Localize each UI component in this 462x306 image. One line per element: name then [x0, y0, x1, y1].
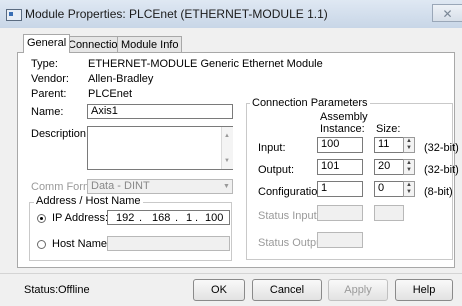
type-value: ETHERNET-MODULE Generic Ethernet Module: [88, 58, 323, 70]
tab-module-info[interactable]: Module Info: [117, 36, 183, 52]
ip-dot: .: [195, 212, 199, 224]
vendor-label: Vendor:: [31, 73, 69, 85]
status-input-field[interactable]: [317, 205, 363, 221]
input-instance-field[interactable]: 100: [317, 137, 363, 153]
scroll-up-icon[interactable]: ▲: [224, 133, 230, 139]
tab-general[interactable]: General: [23, 34, 71, 53]
output-label: Output:: [258, 164, 295, 176]
type-label: Type:: [31, 58, 58, 70]
ip-address-input[interactable]: 192 . 168 . 1 . 100: [107, 210, 230, 225]
cancel-button[interactable]: Cancel: [252, 279, 322, 301]
status-label: Status:: [24, 284, 59, 296]
address-group-title: Address / Host Name: [34, 195, 143, 207]
ip-dot: .: [139, 212, 143, 224]
status-input-label: Status Input:: [258, 210, 320, 222]
configuration-size-field[interactable]: 0: [374, 181, 404, 197]
module-window-icon: [6, 9, 22, 21]
status-output-field[interactable]: [317, 232, 363, 248]
window-title: Module Properties: PLCEnet (ETHERNET-MOD…: [25, 7, 328, 21]
host-name-input[interactable]: [107, 236, 230, 251]
input-size-unit: (32-bit): [424, 142, 459, 154]
assembly-instance-header: Assembly Instance:: [320, 111, 368, 135]
input-label: Input:: [258, 142, 286, 154]
description-textarea[interactable]: [87, 126, 233, 170]
apply-button[interactable]: Apply: [328, 279, 388, 301]
comm-format-select[interactable]: Data - DINT: [87, 179, 233, 194]
ok-button[interactable]: OK: [193, 279, 245, 301]
connection-parameters-title: Connection Parameters: [250, 97, 370, 109]
output-size-unit: (32-bit): [424, 164, 459, 176]
spinner-arrows-icon[interactable]: ▲ ▼: [403, 137, 415, 153]
input-size-field[interactable]: 11: [374, 137, 404, 153]
output-instance-field[interactable]: 101: [317, 159, 363, 175]
spinner-arrows-icon[interactable]: ▲ ▼: [403, 159, 415, 175]
ip-dot: .: [175, 212, 179, 224]
ip-octet-1: 192: [116, 212, 135, 224]
status-value: Offline: [58, 284, 90, 296]
spinner-arrows-icon[interactable]: ▲ ▼: [403, 181, 415, 197]
ip-octet-4: 100: [205, 212, 224, 224]
size-header: Size:: [376, 123, 401, 135]
vendor-value: Allen-Bradley: [88, 73, 154, 85]
name-label: Name:: [31, 106, 64, 118]
footer-divider: [0, 273, 462, 274]
ip-address-label: IP Address:: [52, 212, 109, 224]
status-input-size-field[interactable]: [374, 205, 404, 221]
ip-address-radio[interactable]: [37, 214, 46, 223]
output-size-field[interactable]: 20: [374, 159, 404, 175]
ip-octet-2: 168: [152, 212, 171, 224]
scroll-down-icon[interactable]: ▼: [224, 158, 230, 164]
description-label: Description:: [31, 128, 90, 140]
configuration-instance-field[interactable]: 1: [317, 181, 363, 197]
parent-label: Parent:: [31, 88, 67, 100]
close-button[interactable]: ✕: [432, 4, 462, 22]
ip-octet-3: 1: [186, 212, 193, 224]
chevron-down-icon[interactable]: ▼: [221, 180, 232, 193]
configuration-size-unit: (8-bit): [424, 186, 453, 198]
description-scrollbar[interactable]: ▲ ▼: [221, 127, 233, 169]
host-name-radio[interactable]: [37, 240, 46, 249]
name-input[interactable]: Axis1: [87, 104, 233, 119]
parent-value: PLCEnet: [88, 88, 133, 100]
host-name-label: Host Name:: [52, 238, 111, 250]
help-button[interactable]: Help: [395, 279, 453, 301]
